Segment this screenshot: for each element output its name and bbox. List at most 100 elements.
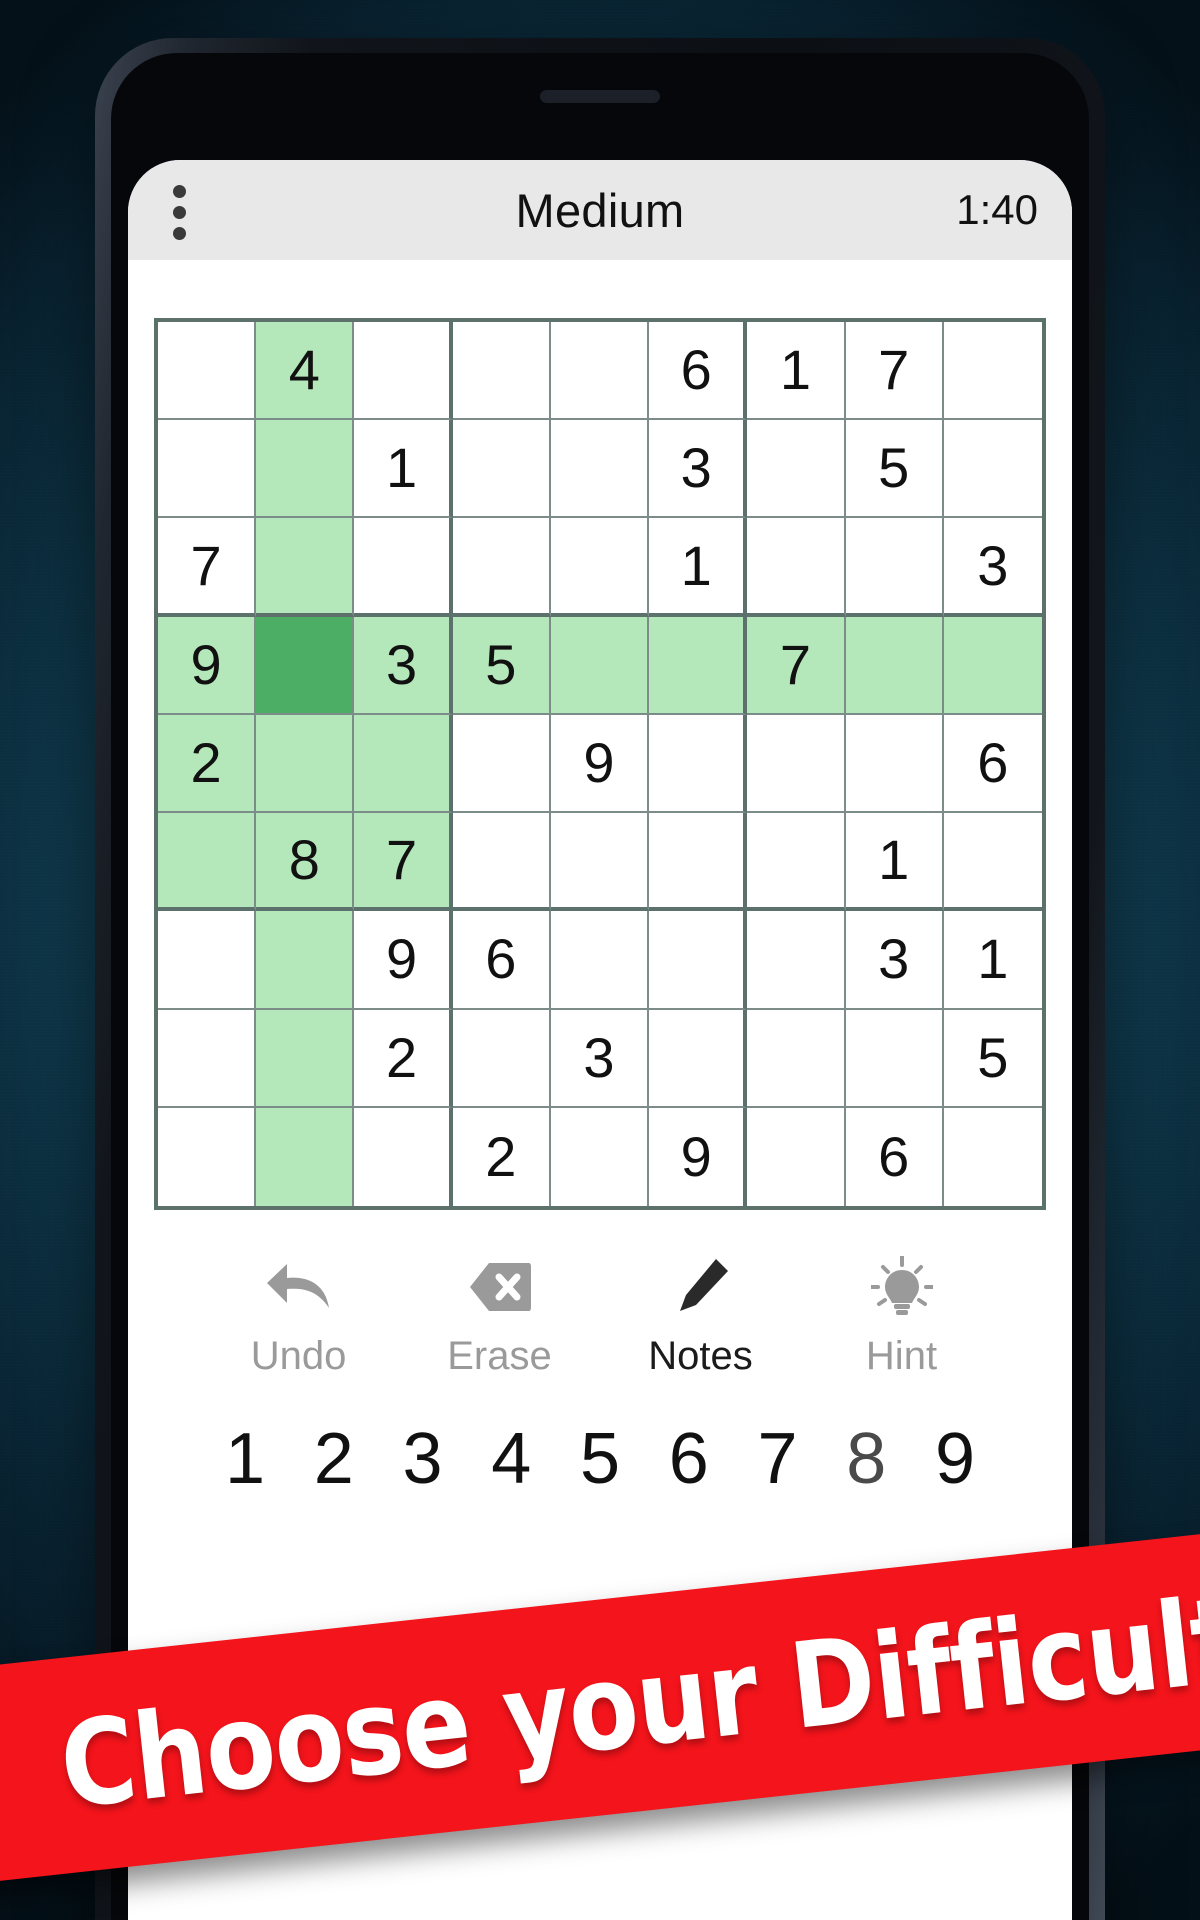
sudoku-cell-r9c4[interactable]: 2 <box>452 1107 551 1206</box>
sudoku-cell-r4c2[interactable] <box>256 616 355 715</box>
sudoku-cell-r1c4[interactable] <box>452 322 551 421</box>
sudoku-cell-r1c8[interactable]: 7 <box>845 322 944 421</box>
sudoku-cell-r8c8[interactable] <box>845 1009 944 1108</box>
sudoku-cell-r5c2[interactable] <box>256 714 355 814</box>
numpad-key-9[interactable]: 9 <box>912 1423 998 1495</box>
sudoku-cell-r7c2[interactable] <box>256 911 355 1010</box>
difficulty-title: Medium <box>515 183 685 237</box>
numpad-key-1[interactable]: 1 <box>202 1423 288 1495</box>
sudoku-cell-r7c4[interactable]: 6 <box>452 911 551 1010</box>
sudoku-cell-r1c2[interactable]: 4 <box>256 322 355 421</box>
sudoku-cell-r9c8[interactable]: 6 <box>845 1107 944 1206</box>
sudoku-cell-r5c3[interactable] <box>354 714 453 814</box>
sudoku-cell-r3c7[interactable] <box>747 518 846 617</box>
sudoku-cell-r4c7[interactable]: 7 <box>747 616 846 715</box>
sudoku-cell-r2c6[interactable]: 3 <box>649 420 748 519</box>
tool-undo-button[interactable]: Undo <box>214 1256 384 1379</box>
sudoku-cell-value: 1 <box>878 828 910 892</box>
numpad-key-3[interactable]: 3 <box>380 1423 466 1495</box>
tool-erase-button[interactable]: Erase <box>415 1256 585 1379</box>
sudoku-cell-r7c7[interactable] <box>747 911 846 1010</box>
sudoku-cell-r8c6[interactable] <box>649 1009 748 1108</box>
sudoku-cell-r3c6[interactable]: 1 <box>649 518 748 617</box>
sudoku-cell-r6c4[interactable] <box>452 813 551 912</box>
sudoku-grid[interactable]: 461713571393572968719631235296 <box>154 318 1046 1210</box>
tool-notes-button[interactable]: Notes <box>616 1256 786 1379</box>
sudoku-cell-r8c1[interactable] <box>158 1009 257 1108</box>
sudoku-cell-r6c6[interactable] <box>649 813 748 912</box>
sudoku-cell-r4c5[interactable] <box>550 616 650 715</box>
sudoku-cell-r6c3[interactable]: 7 <box>354 813 453 912</box>
numpad-key-6[interactable]: 6 <box>646 1423 732 1495</box>
sudoku-cell-r6c5[interactable] <box>550 813 650 912</box>
sudoku-cell-r3c1[interactable]: 7 <box>158 518 257 617</box>
sudoku-cell-r9c2[interactable] <box>256 1107 355 1206</box>
sudoku-cell-r2c2[interactable] <box>256 420 355 519</box>
sudoku-cell-r2c9[interactable] <box>943 420 1042 519</box>
sudoku-cell-r5c9[interactable]: 6 <box>943 714 1042 814</box>
sudoku-cell-r1c6[interactable]: 6 <box>649 322 748 421</box>
sudoku-cell-r5c5[interactable]: 9 <box>550 714 650 814</box>
sudoku-cell-r8c3[interactable]: 2 <box>354 1009 453 1108</box>
earpiece-speaker-icon <box>540 90 660 103</box>
sudoku-cell-r7c6[interactable] <box>649 911 748 1010</box>
sudoku-cell-r4c9[interactable] <box>943 616 1042 715</box>
sudoku-cell-r7c9[interactable]: 1 <box>943 911 1042 1010</box>
sudoku-cell-r3c2[interactable] <box>256 518 355 617</box>
sudoku-cell-r3c4[interactable] <box>452 518 551 617</box>
sudoku-cell-r8c9[interactable]: 5 <box>943 1009 1042 1108</box>
sudoku-cell-r9c1[interactable] <box>158 1107 257 1206</box>
sudoku-cell-r7c5[interactable] <box>550 911 650 1010</box>
numpad-key-2[interactable]: 2 <box>291 1423 377 1495</box>
numpad-key-5[interactable]: 5 <box>557 1423 643 1495</box>
sudoku-cell-r6c8[interactable]: 1 <box>845 813 944 912</box>
sudoku-cell-r6c9[interactable] <box>943 813 1042 912</box>
sudoku-cell-r7c8[interactable]: 3 <box>845 911 944 1010</box>
sudoku-cell-r2c7[interactable] <box>747 420 846 519</box>
sudoku-cell-r1c5[interactable] <box>550 322 650 421</box>
sudoku-cell-r5c7[interactable] <box>747 714 846 814</box>
sudoku-cell-r5c4[interactable] <box>452 714 551 814</box>
sudoku-cell-r9c3[interactable] <box>354 1107 453 1206</box>
sudoku-cell-r8c5[interactable]: 3 <box>550 1009 650 1108</box>
sudoku-cell-r1c3[interactable] <box>354 322 453 421</box>
tool-hint-button[interactable]: Hint <box>817 1256 987 1379</box>
sudoku-cell-r9c9[interactable] <box>943 1107 1042 1206</box>
sudoku-cell-r9c7[interactable] <box>747 1107 846 1206</box>
sudoku-cell-r1c1[interactable] <box>158 322 257 421</box>
sudoku-cell-r2c4[interactable] <box>452 420 551 519</box>
numpad-key-7[interactable]: 7 <box>735 1423 821 1495</box>
sudoku-cell-r1c7[interactable]: 1 <box>747 322 846 421</box>
sudoku-cell-r5c8[interactable] <box>845 714 944 814</box>
numpad-key-4[interactable]: 4 <box>468 1423 554 1495</box>
sudoku-cell-r8c2[interactable] <box>256 1009 355 1108</box>
sudoku-cell-r4c8[interactable] <box>845 616 944 715</box>
sudoku-cell-r3c3[interactable] <box>354 518 453 617</box>
sudoku-cell-r2c8[interactable]: 5 <box>845 420 944 519</box>
sudoku-cell-r4c3[interactable]: 3 <box>354 616 453 715</box>
sudoku-cell-r9c5[interactable] <box>550 1107 650 1206</box>
sudoku-cell-r6c1[interactable] <box>158 813 257 912</box>
sudoku-cell-r2c3[interactable]: 1 <box>354 420 453 519</box>
board-area: 461713571393572968719631235296 Undo Erase… <box>128 260 1072 1495</box>
sudoku-cell-r3c9[interactable]: 3 <box>943 518 1042 617</box>
sudoku-cell-r6c7[interactable] <box>747 813 846 912</box>
sudoku-cell-r2c5[interactable] <box>550 420 650 519</box>
numpad-key-8[interactable]: 8 <box>823 1423 909 1495</box>
sudoku-cell-r5c1[interactable]: 2 <box>158 714 257 814</box>
sudoku-cell-r7c3[interactable]: 9 <box>354 911 453 1010</box>
sudoku-cell-r3c8[interactable] <box>845 518 944 617</box>
sudoku-cell-r1c9[interactable] <box>943 322 1042 421</box>
sudoku-cell-r4c6[interactable] <box>649 616 748 715</box>
sudoku-cell-value: 9 <box>190 632 222 696</box>
sudoku-cell-r8c7[interactable] <box>747 1009 846 1108</box>
sudoku-cell-r5c6[interactable] <box>649 714 748 814</box>
sudoku-cell-r3c5[interactable] <box>550 518 650 617</box>
sudoku-cell-r7c1[interactable] <box>158 911 257 1010</box>
sudoku-cell-r6c2[interactable]: 8 <box>256 813 355 912</box>
sudoku-cell-r4c1[interactable]: 9 <box>158 616 257 715</box>
sudoku-cell-r9c6[interactable]: 9 <box>649 1107 748 1206</box>
sudoku-cell-r4c4[interactable]: 5 <box>452 616 551 715</box>
sudoku-cell-r2c1[interactable] <box>158 420 257 519</box>
sudoku-cell-r8c4[interactable] <box>452 1009 551 1108</box>
